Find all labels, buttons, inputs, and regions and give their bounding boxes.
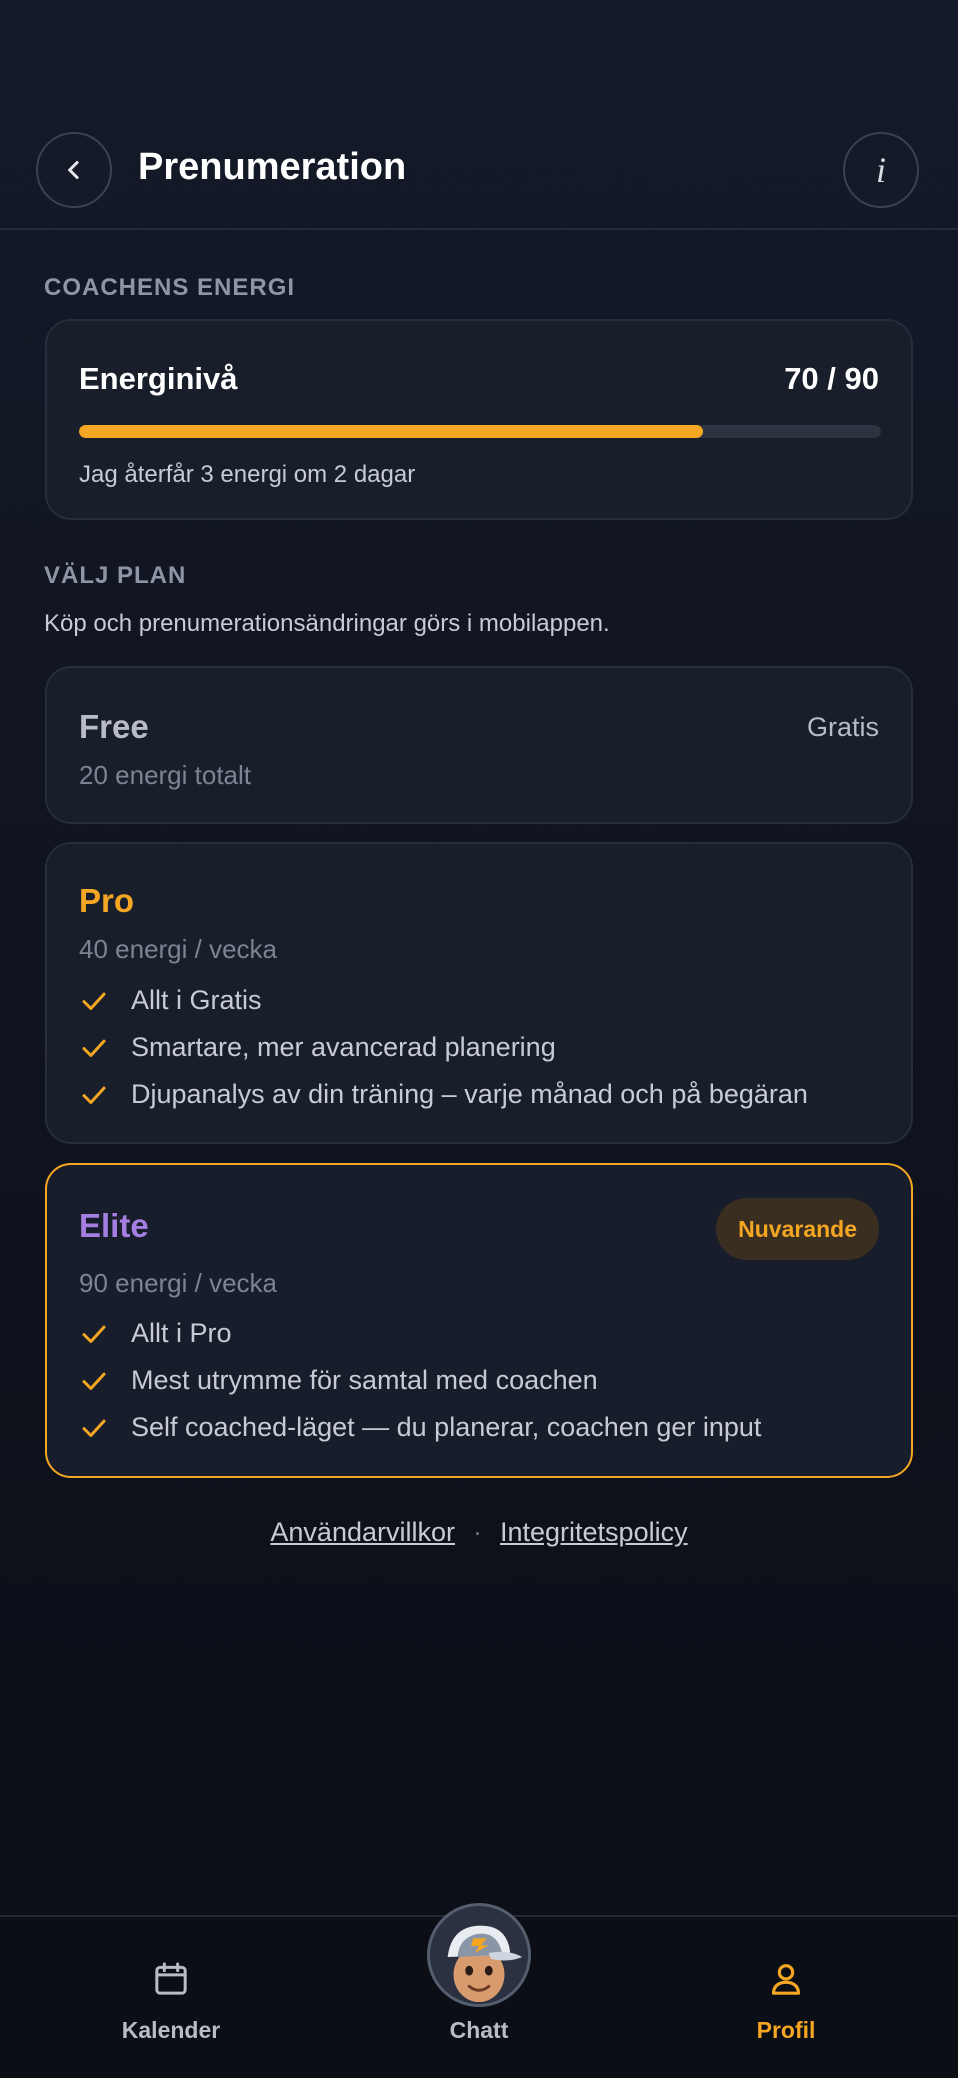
check-icon [82, 1086, 106, 1104]
plan-card-elite[interactable]: Elite Nuvarande 90 energi / vecka Allt i… [45, 1163, 913, 1478]
page-title: Prenumeration [138, 146, 407, 188]
feature-item: Mest utrymme för samtal med coachen [79, 1357, 761, 1404]
plan-name-elite: Elite [79, 1207, 149, 1244]
feature-list-elite: Allt i Pro Mest utrymme för samtal med c… [79, 1310, 761, 1451]
energy-card: Energinivå 70 / 90 Jag återfår 3 energi … [45, 319, 913, 520]
current-plan-badge: Nuvarande [716, 1198, 879, 1260]
check-icon [82, 992, 106, 1010]
privacy-link[interactable]: Integritetspolicy [500, 1517, 688, 1547]
plan-card-pro[interactable]: Pro 40 energi / vecka Allt i Gratis Smar… [45, 842, 913, 1144]
tab-calendar[interactable]: Kalender [71, 1917, 271, 2078]
terms-link[interactable]: Användarvillkor [270, 1517, 455, 1547]
feature-text: Smartare, mer avancerad planering [131, 1032, 556, 1062]
feature-item: Djupanalys av din träning – varje månad … [79, 1071, 808, 1118]
tab-profile[interactable]: Profil [686, 1917, 886, 2078]
energy-note: Jag återfår 3 energi om 2 dagar [79, 461, 416, 488]
tab-calendar-label: Kalender [121, 2017, 221, 2043]
feature-text: Self coached-läget — du planerar, coache… [131, 1412, 762, 1442]
header: Prenumeration i [0, 0, 958, 230]
feature-item: Allt i Gratis [79, 977, 808, 1024]
plan-energy-free: 20 energi totalt [79, 760, 252, 790]
user-icon [771, 1964, 801, 1995]
energy-section-label: COACHENS ENERGI [44, 274, 296, 301]
plan-price-free: Gratis [806, 712, 879, 742]
feature-text: Allt i Pro [131, 1318, 232, 1348]
feature-item: Smartare, mer avancerad planering [79, 1024, 808, 1071]
check-icon [82, 1325, 106, 1343]
info-button[interactable]: i [843, 132, 919, 208]
energy-value: 70 / 90 [784, 361, 879, 396]
info-icon: i [875, 150, 886, 190]
check-icon [82, 1372, 106, 1390]
plan-energy-elite: 90 energi / vecka [79, 1268, 278, 1298]
energy-progress-bar [79, 425, 881, 438]
feature-text: Djupanalys av din träning – varje månad … [131, 1079, 808, 1109]
back-button[interactable] [36, 132, 112, 208]
legal-links: Användarvillkor · Integritetspolicy [0, 1517, 958, 1548]
calendar-icon [155, 1962, 187, 1995]
check-icon [82, 1419, 106, 1437]
coach-avatar[interactable] [427, 1903, 531, 2007]
tab-profile-label: Profil [756, 2017, 816, 2043]
link-separator: · [473, 1517, 482, 1547]
tab-chat-label: Chatt [449, 2017, 509, 2043]
feature-item: Allt i Pro [79, 1310, 761, 1357]
coach-avatar-image [430, 1906, 528, 2004]
energy-progress-fill [79, 425, 703, 438]
plans-subtitle: Köp och prenumerationsändringar görs i m… [44, 610, 610, 637]
chevron-left-icon [68, 161, 79, 179]
feature-list-pro: Allt i Gratis Smartare, mer avancerad pl… [79, 977, 808, 1118]
plan-name-free: Free [79, 708, 149, 745]
feature-text: Allt i Gratis [131, 985, 262, 1015]
check-icon [82, 1039, 106, 1057]
feature-item: Self coached-läget — du planerar, coache… [79, 1404, 761, 1451]
plan-energy-pro: 40 energi / vecka [79, 934, 278, 964]
feature-text: Mest utrymme för samtal med coachen [131, 1365, 598, 1395]
plan-card-free[interactable]: Free Gratis 20 energi totalt [45, 666, 913, 824]
plans-section-label: VÄLJ PLAN [44, 562, 187, 589]
energy-title: Energinivå [79, 361, 238, 396]
plan-name-pro: Pro [79, 882, 135, 919]
